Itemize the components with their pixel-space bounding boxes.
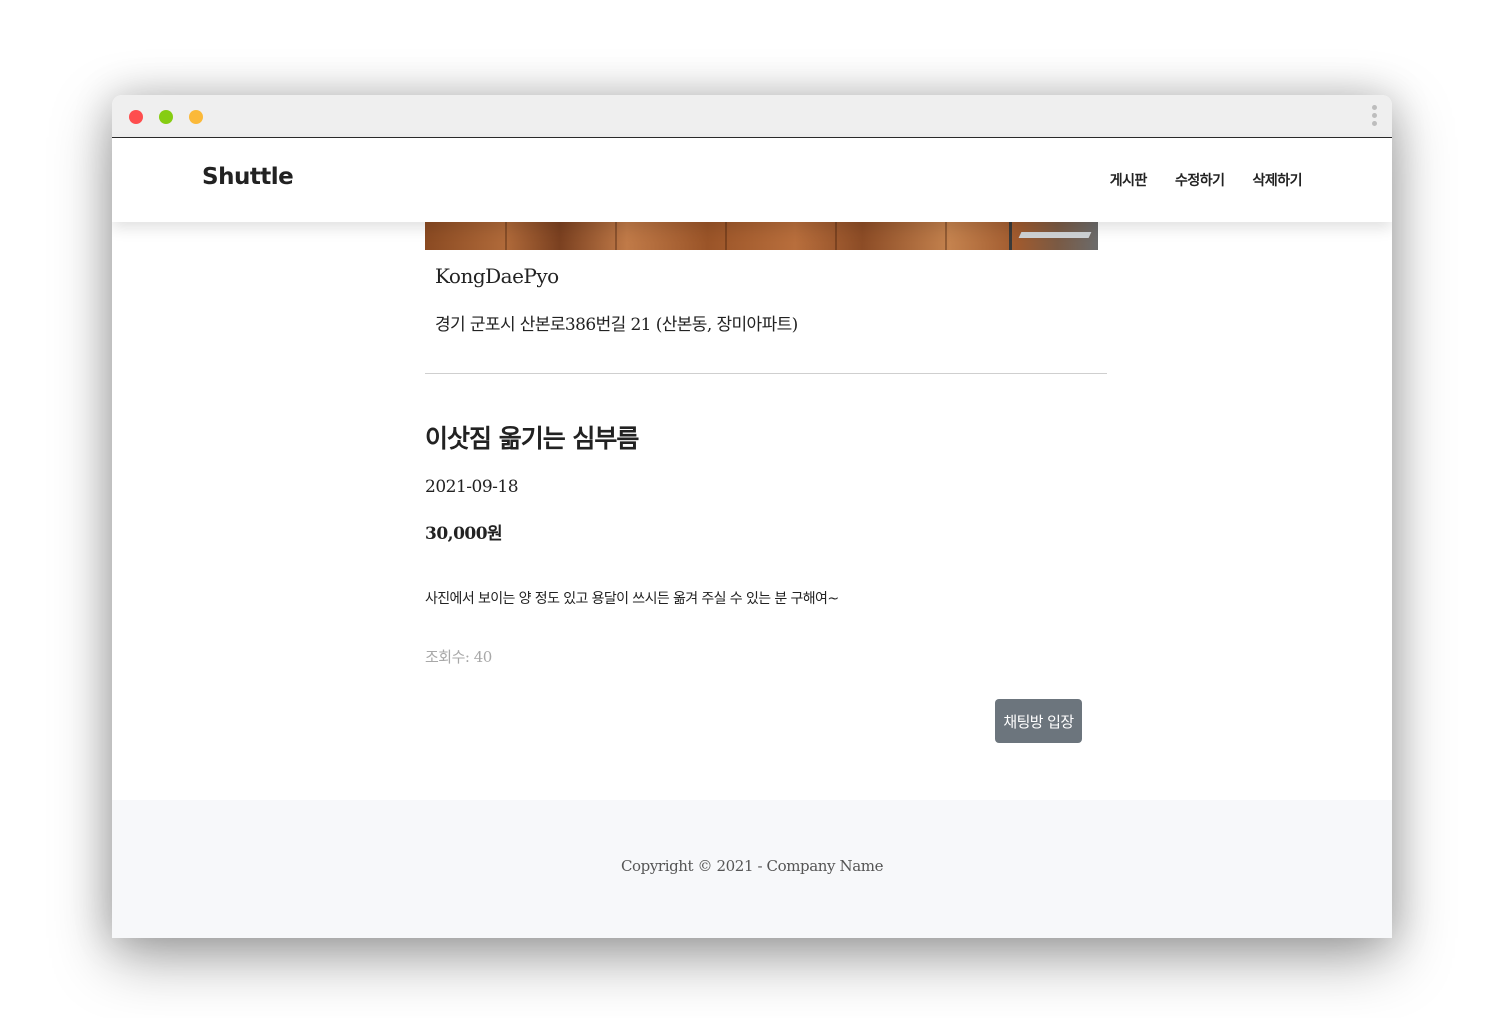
close-window-icon[interactable] (129, 110, 143, 124)
post-date: 2021-09-18 (425, 477, 519, 497)
brand-logo[interactable]: Shuttle (202, 164, 294, 190)
window-titlebar (112, 95, 1392, 138)
footer-copyright: Copyright © 2021 - Company Name (620, 857, 884, 875)
page-footer: Copyright © 2021 - Company Name (112, 800, 1392, 938)
nav-link-board[interactable]: 게시판 (1110, 170, 1148, 190)
top-navbar: Shuttle 게시판 수정하기 삭제하기 (112, 138, 1392, 222)
kebab-menu-icon[interactable] (1370, 105, 1378, 129)
view-count: 조회수: 40 (425, 648, 492, 666)
nav-link-delete[interactable]: 삭제하기 (1252, 170, 1302, 190)
screenshot-stage: Shuttle 게시판 수정하기 삭제하기 KongDaePyo 경기 군포시 … (0, 0, 1504, 1018)
post-title: 이삿짐 옮기는 심부름 (425, 424, 639, 453)
enter-chat-button[interactable]: 채팅방 입장 (995, 699, 1082, 743)
page-content: Shuttle 게시판 수정하기 삭제하기 KongDaePyo 경기 군포시 … (112, 138, 1392, 938)
nav-links: 게시판 수정하기 삭제하기 (1110, 170, 1303, 190)
maximize-window-icon[interactable] (189, 110, 203, 124)
post-address: 경기 군포시 산본로386번길 21 (산본동, 장미아파트) (435, 315, 798, 335)
section-divider (425, 373, 1107, 374)
post-body: 사진에서 보이는 양 정도 있고 용달이 쓰시든 옮겨 주실 수 있는 분 구해… (425, 591, 839, 607)
post-author: KongDaePyo (435, 264, 559, 288)
post-photo (425, 222, 1098, 250)
post-price: 30,000원 (425, 524, 503, 544)
nav-link-edit[interactable]: 수정하기 (1175, 170, 1225, 190)
minimize-window-icon[interactable] (159, 110, 173, 124)
browser-window: Shuttle 게시판 수정하기 삭제하기 KongDaePyo 경기 군포시 … (112, 95, 1392, 938)
